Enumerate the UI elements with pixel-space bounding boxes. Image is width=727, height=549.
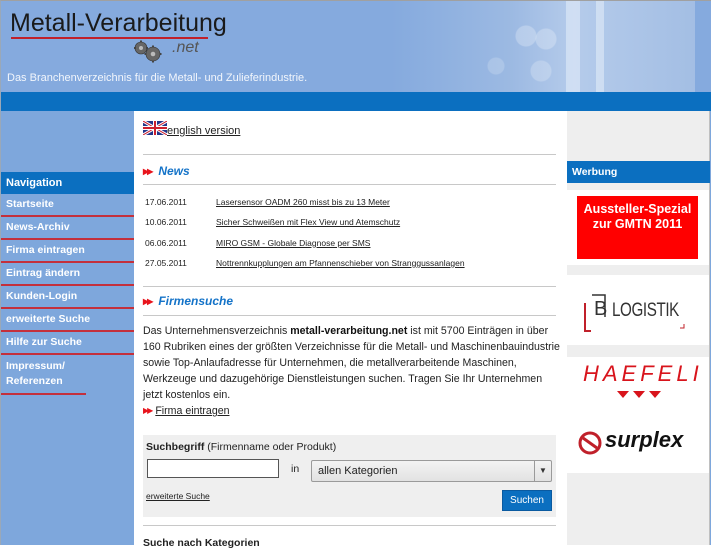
ad-gmtn-line1: Aussteller-Spezial — [583, 202, 692, 216]
divider — [143, 154, 556, 155]
english-version[interactable]: english version — [143, 121, 240, 137]
surplex-logo-icon — [578, 431, 602, 455]
search-form: Suchbegriff (Firmenname oder Produkt) in… — [143, 435, 556, 517]
nav-item-label: News-Archiv — [6, 221, 70, 233]
ad-surplex[interactable]: surplex — [567, 419, 709, 473]
main-content: english version ▶▶ News 17.06.2011 Lasers… — [134, 111, 568, 549]
ad-blogistik[interactable]: B LOGISTIK — [567, 275, 709, 345]
gears-icon — [134, 40, 162, 63]
search-label-hint: (Firmenname oder Produkt) — [204, 441, 337, 453]
tagline: Das Branchenverzeichnis für die Metall- … — [7, 72, 308, 84]
news-title: News — [158, 164, 190, 178]
nav-item-firma-eintragen[interactable]: Firma eintragen — [1, 240, 134, 263]
logo-suffix: .net — [172, 39, 199, 56]
divider — [143, 286, 556, 287]
nav-item-label: Hilfe zur Suche — [6, 336, 82, 348]
news-heading: ▶▶ News — [143, 164, 190, 178]
site-header: Metall-Verarbeitung .net Das Branchenver… — [1, 1, 711, 92]
news-link[interactable]: Lasersensor OADM 260 misst bis zu 13 Met… — [216, 197, 390, 207]
nav-item-eintrag-aendern[interactable]: Eintrag ändern — [1, 263, 134, 286]
haefeli-text: HAEFELI — [583, 361, 703, 386]
search-button[interactable]: Suchen — [502, 490, 552, 511]
search-input[interactable] — [147, 459, 279, 478]
news-date: 27.05.2011 — [145, 257, 187, 268]
nav-list: Startseite News-Archiv Firma eintragen E… — [1, 194, 134, 395]
register-link[interactable]: Firma eintragen — [155, 405, 229, 417]
search-label: Suchbegriff (Firmenname oder Produkt) — [146, 441, 336, 453]
header-bar — [1, 92, 711, 111]
in-label: in — [291, 463, 300, 475]
news-item: 10.06.2011 Sicher Schweißen mit Flex Vie… — [145, 217, 555, 237]
double-arrow-icon: ▶▶ — [143, 406, 153, 415]
ad-gmtn-banner[interactable]: Aussteller-Spezial zur GMTN 2011 — [577, 196, 698, 259]
nav-item-hilfe-zur-suche[interactable]: Hilfe zur Suche — [1, 332, 134, 355]
news-date: 10.06.2011 — [145, 217, 187, 228]
left-navigation: Navigation Startseite News-Archiv Firma … — [1, 111, 134, 545]
news-link[interactable]: Nottrennkupplungen am Pfannenschieber vo… — [216, 258, 465, 268]
nav-item-label: Kunden-Login — [6, 290, 78, 302]
english-version-link[interactable]: english version — [167, 125, 240, 137]
news-date: 06.06.2011 — [145, 237, 187, 248]
blogistik-letter: B — [594, 298, 608, 320]
intro-prefix: Das Unternehmensverzeichnis — [143, 325, 291, 337]
intro-site-name: metall-verarbeitung.net — [290, 325, 408, 337]
category-selected: allen Kategorien — [318, 465, 398, 477]
nav-item-label: erweiterte Suche — [6, 313, 91, 325]
news-link[interactable]: MIRO GSM - Globale Diagnose per SMS — [216, 238, 370, 248]
news-link[interactable]: Sicher Schweißen mit Flex View und Atems… — [216, 217, 400, 227]
register-link-row: ▶▶ Firma eintragen — [143, 403, 563, 419]
divider — [143, 525, 556, 526]
firmensuche-heading: ▶▶ Firmensuche — [143, 294, 233, 308]
intro-text: Das Unternehmensverzeichnis metall-verar… — [143, 323, 563, 419]
divider — [143, 315, 556, 316]
news-item: 27.05.2011 Nottrennkupplungen am Pfannen… — [145, 258, 555, 278]
ad-haefeli[interactable]: HAEFELI — [567, 357, 709, 421]
nav-item-startseite[interactable]: Startseite — [1, 194, 134, 217]
ad-sidebar: Werbung Aussteller-Spezial zur GMTN 2011… — [567, 111, 710, 545]
news-list: 17.06.2011 Lasersensor OADM 260 misst bi… — [145, 197, 555, 278]
ad-gmtn-line2: zur GMTN 2011 — [592, 217, 683, 231]
news-date: 17.06.2011 — [145, 197, 187, 207]
nav-item-label: Startseite — [6, 198, 54, 210]
nav-item-label: Impressum/ Referenzen — [6, 360, 65, 387]
ads-heading: Werbung — [567, 161, 710, 183]
uk-flag-icon — [143, 121, 167, 135]
search-label-bold: Suchbegriff — [146, 441, 205, 453]
nav-item-erweiterte-suche[interactable]: erweiterte Suche — [1, 309, 134, 332]
surplex-text: surplex — [605, 427, 684, 452]
nav-item-impressum[interactable]: Impressum/ Referenzen — [1, 355, 86, 395]
firmensuche-title: Firmensuche — [158, 294, 234, 308]
header-photo — [391, 1, 695, 92]
categories-heading: Suche nach Kategorien — [143, 537, 260, 549]
nav-heading: Navigation — [1, 172, 134, 194]
nav-item-kunden-login[interactable]: Kunden-Login — [1, 286, 134, 309]
diamonds-icon — [617, 391, 661, 398]
category-select[interactable]: allen Kategorien ▼ — [311, 460, 552, 482]
news-item: 17.06.2011 Lasersensor OADM 260 misst bi… — [145, 197, 555, 217]
nav-item-label: Firma eintragen — [6, 244, 85, 256]
nav-item-news-archiv[interactable]: News-Archiv — [1, 217, 134, 240]
logo-title[interactable]: Metall-Verarbeitung — [10, 9, 227, 38]
chevron-down-icon: ▼ — [534, 461, 551, 481]
divider — [143, 184, 556, 185]
blogistik-text: LOGISTIK — [612, 300, 679, 321]
double-arrow-icon: ▶▶ — [143, 297, 153, 306]
nav-item-label: Eintrag ändern — [6, 267, 81, 279]
news-item: 06.06.2011 MIRO GSM - Globale Diagnose p… — [145, 238, 555, 258]
double-arrow-icon: ▶▶ — [143, 167, 153, 176]
extended-search-link[interactable]: erweiterte Suche — [146, 491, 210, 501]
